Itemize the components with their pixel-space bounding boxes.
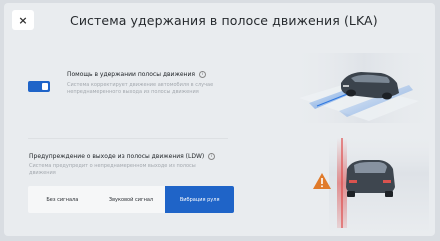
lka-settings-panel: × Система удержания в полосе движения (L… (4, 3, 435, 236)
ldw-option-title: Предупреждение о выходе из полосы движен… (29, 153, 216, 160)
ldw-label: Предупреждение о выходе из полосы движен… (29, 153, 205, 160)
lka-option-title: Помощь в удержании полосы движения i (67, 71, 206, 78)
section-divider (28, 138, 228, 139)
lka-description: Система корректирует движение автомобиля… (67, 82, 214, 95)
ldw-option-no-signal[interactable]: Без сигнала (28, 186, 97, 213)
page-title: Система удержания в полосе движения (LKA… (70, 13, 378, 28)
toggle-knob (42, 83, 48, 90)
ldw-mode-selector: Без сигнала Звуковой сигнал Вибрация рул… (28, 186, 234, 213)
warning-icon (313, 173, 331, 189)
ldw-option-sound[interactable]: Звуковой сигнал (97, 186, 166, 213)
car-illustration (289, 53, 435, 123)
ldw-option-vibration[interactable]: Вибрация руля (165, 186, 234, 213)
ldw-description: Система предупредит о непреднамеренном в… (29, 163, 196, 176)
close-button[interactable]: × (12, 10, 34, 30)
ldw-illustration (313, 133, 429, 233)
close-icon: × (18, 13, 28, 27)
info-icon[interactable]: i (198, 71, 206, 78)
info-icon[interactable]: i (208, 153, 216, 160)
lka-label: Помощь в удержании полосы движения (67, 71, 195, 78)
lka-toggle[interactable] (28, 81, 50, 92)
